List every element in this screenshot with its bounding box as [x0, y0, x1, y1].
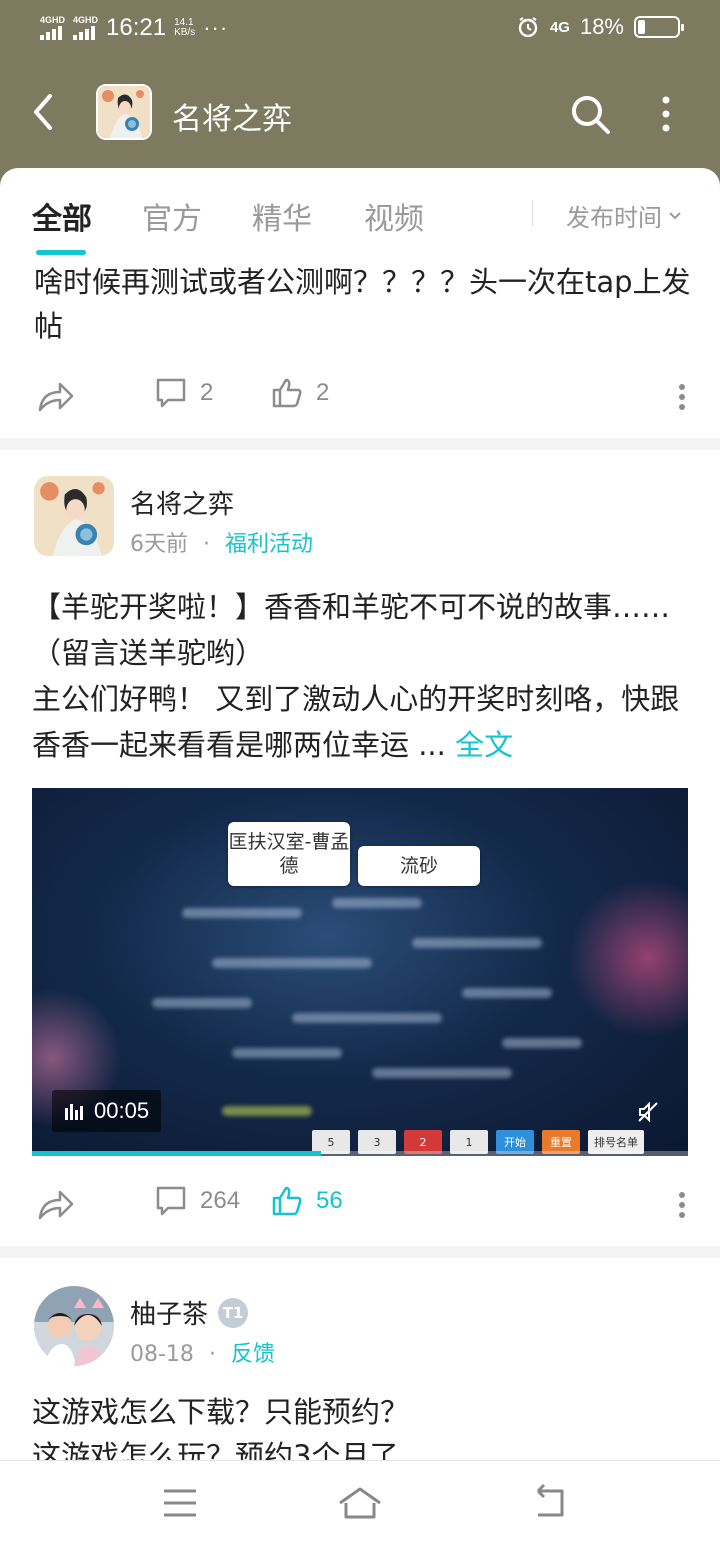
avatar[interactable]: [34, 476, 114, 556]
sort-dropdown[interactable]: 发布时间: [566, 198, 682, 233]
post-meta: 6天前 · 福利活动: [130, 526, 313, 558]
post-divider: [0, 1246, 720, 1258]
alarm-icon: [518, 17, 538, 38]
battery-percent: 18%: [579, 14, 624, 39]
signal-label: 4GHD: [40, 15, 66, 25]
tab-all[interactable]: 全部: [32, 194, 92, 238]
author-name[interactable]: 柚子茶 T1: [130, 1294, 249, 1331]
comment-icon: [156, 378, 186, 408]
post-time: 6天前: [130, 532, 188, 557]
thumbs-up-icon: [272, 1186, 302, 1216]
post-category[interactable]: 反馈: [231, 1342, 275, 1367]
more-vertical-icon[interactable]: [678, 1190, 686, 1220]
more-vertical-icon[interactable]: [678, 382, 686, 412]
tab-official[interactable]: 官方: [142, 194, 202, 238]
net-speed-unit: KB/s: [174, 27, 196, 38]
post-text[interactable]: 这游戏怎么下载？只能预约？ 这游戏怎么玩？预约3个月了: [32, 1390, 692, 1460]
video-duration: 00:05: [52, 1090, 162, 1132]
overflow-indicator: ···: [203, 15, 229, 40]
post-text[interactable]: 【羊驼开奖啦！】香香和羊驼不可不说的故事……（留言送羊驼哟） 主公们好鸭！ 又到…: [32, 584, 692, 768]
meta-separator: ·: [203, 532, 210, 557]
signal-icon: 4GHD: [40, 16, 65, 40]
back-nav-icon[interactable]: [530, 1483, 570, 1523]
network-type: 4G: [549, 18, 570, 36]
post-actions: 2 2: [0, 368, 720, 424]
signal-label-2: 4GHD: [73, 15, 99, 25]
back-arrow-icon[interactable]: [28, 90, 60, 134]
like-count: 56: [316, 1187, 343, 1214]
net-speed: 14.1 KB/s: [174, 18, 195, 38]
post-excerpt: 主公们好鸭！ 又到了激动人心的开奖时刻咯，快跟香香一起来看看是哪两位幸运 ...: [32, 682, 680, 762]
video-player[interactable]: 匡扶汉室-曹孟德 流砂 5 3 2 1 开始 重置 排号名单 00:05: [32, 788, 688, 1156]
post-actions: 264 56: [0, 1176, 720, 1232]
post-title: 【羊驼开奖啦！】香香和羊驼不可不说的故事……（留言送羊驼哟）: [32, 590, 671, 670]
post-body: 主公们好鸭！ 又到了激动人心的开奖时刻咯，快跟香香一起来看看是哪两位幸运 ...…: [32, 676, 692, 768]
avatar[interactable]: [34, 1286, 114, 1366]
thumbs-up-icon: [272, 378, 302, 408]
post-divider: [0, 438, 720, 450]
content-sheet: 全部 官方 精华 视频 发布时间 啥时候再测试或者公测啊？？？？头一次在tap上…: [0, 168, 720, 1460]
tab-featured[interactable]: 精华: [252, 194, 312, 238]
meta-separator: ·: [208, 1342, 216, 1367]
search-icon[interactable]: [568, 92, 612, 136]
share-icon: [38, 1190, 74, 1220]
video-card: 匡扶汉室-曹孟德: [228, 822, 350, 886]
comment-icon: [156, 1186, 186, 1216]
like-button[interactable]: 2: [270, 376, 329, 410]
like-button[interactable]: 56: [270, 1184, 343, 1218]
author-name-text: 名将之弈: [130, 490, 235, 520]
post-line: 这游戏怎么玩？预约3个月了: [32, 1439, 399, 1460]
read-more-link[interactable]: 全文: [455, 728, 513, 762]
sort-label: 发布时间: [566, 204, 662, 232]
author-name[interactable]: 名将之弈: [130, 484, 234, 521]
battery-icon: [634, 16, 684, 38]
app-bar: 名将之弈: [0, 58, 720, 186]
status-bar: 4GHD 4GHD 16:21 14.1 KB/s ··· 4G 18%: [0, 0, 720, 58]
video-card: 流砂: [358, 846, 480, 886]
signal-icon-2: 4GHD: [73, 16, 98, 40]
level-badge: T1: [218, 1297, 249, 1328]
post-time: 08-18: [130, 1342, 194, 1367]
comment-count: 2: [200, 379, 214, 406]
tab-video[interactable]: 视频: [364, 194, 424, 238]
author-name-text: 柚子茶: [130, 1300, 209, 1330]
menu-icon[interactable]: [160, 1483, 200, 1523]
post-line: 这游戏怎么下载？只能预约？: [32, 1395, 410, 1429]
share-button[interactable]: [36, 376, 76, 416]
comment-count: 264: [200, 1187, 241, 1214]
share-icon: [38, 382, 74, 412]
video-progress[interactable]: [32, 1151, 688, 1156]
more-vertical-icon[interactable]: [654, 92, 678, 136]
comment-button[interactable]: 264: [154, 1184, 240, 1218]
app-title: 名将之弈: [172, 102, 292, 137]
post-meta: 08-18 · 反馈: [130, 1336, 275, 1368]
chevron-down-icon: [669, 211, 681, 219]
video-duration-text: 00:05: [94, 1098, 150, 1123]
like-count: 2: [316, 379, 330, 406]
bar-chart-icon: [65, 1104, 83, 1120]
comment-button[interactable]: 2: [154, 376, 213, 410]
video-progress-fill: [32, 1151, 321, 1156]
tab-indicator: [36, 250, 86, 255]
mute-icon[interactable]: [636, 1100, 660, 1124]
system-nav-bar: [0, 1460, 720, 1544]
tab-divider: [532, 200, 533, 226]
home-icon[interactable]: [336, 1483, 384, 1523]
post-category[interactable]: 福利活动: [225, 532, 313, 557]
clock: 16:21: [106, 14, 167, 41]
tab-bar: 全部 官方 精华 视频 发布时间: [0, 168, 720, 260]
post-text[interactable]: 啥时候再测试或者公测啊？？？？头一次在tap上发帖: [34, 260, 694, 348]
share-button[interactable]: [36, 1184, 76, 1224]
game-avatar[interactable]: [96, 84, 152, 140]
